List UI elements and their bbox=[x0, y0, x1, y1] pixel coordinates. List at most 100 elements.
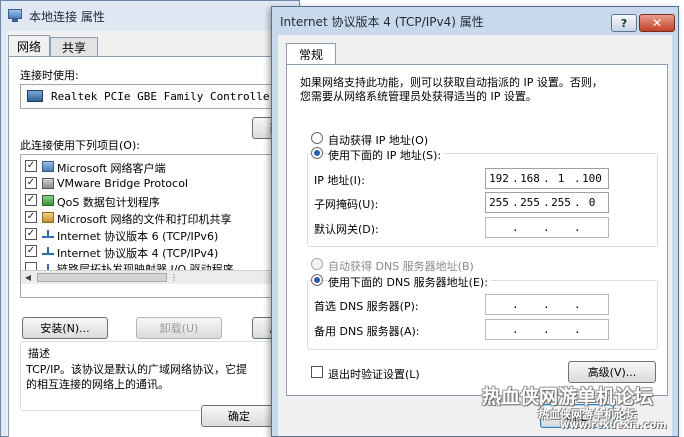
protocol-icon bbox=[42, 229, 54, 240]
item-label: 链路层拓扑发现映射器 I/O 驱动程序 bbox=[57, 263, 234, 270]
manual-dns-label: 使用下面的 DNS 服务器地址(E): bbox=[328, 274, 491, 290]
watermark-url: www.rexuexia.com bbox=[560, 420, 667, 431]
close-icon: ✕ bbox=[651, 16, 663, 30]
ip-address-label: IP 地址(I): bbox=[314, 174, 365, 187]
ip-dot: . bbox=[574, 323, 581, 336]
advanced-button-label: 高级(V)... bbox=[587, 366, 637, 379]
list-item[interactable]: 链路层拓扑发现映射器 I/O 驱动程序 bbox=[25, 260, 305, 270]
ip-dot: . bbox=[512, 221, 519, 234]
local-connection-title-bar[interactable]: 本地连接 属性 bbox=[1, 1, 299, 31]
validate-on-exit-label: 退出时验证设置(L) bbox=[328, 368, 420, 381]
alternate-dns-field[interactable]: . . . bbox=[485, 319, 609, 340]
subnet-mask-label: 子网掩码(U): bbox=[314, 198, 379, 211]
items-list-label: 此连接使用下列项目(O): bbox=[20, 139, 140, 152]
description-text-line-2: 的相互连接的网络上的通讯。 bbox=[26, 378, 169, 391]
gateway-label: 默认网关(D): bbox=[314, 223, 379, 236]
local-connection-client-area: 网络 共享 连接时使用: Realtek PCIe GBE Family Con… bbox=[6, 31, 312, 437]
list-item[interactable]: ✓ Microsoft 网络客户端 bbox=[25, 158, 305, 175]
general-tab-panel: 如果网络支持此功能，则可以获取自动指派的 IP 设置。否则， 您需要从网络系统管… bbox=[286, 64, 668, 396]
list-horizontal-scrollbar[interactable]: ◀ ⋮ bbox=[21, 270, 309, 284]
item-label: Microsoft 网络客户端 bbox=[57, 162, 166, 175]
intro-text-line-2: 您需要从网络系统管理员处获得适当的 IP 设置。 bbox=[300, 90, 537, 103]
description-text-line-1: TCP/IP。该协议是默认的广域网络协议，它提 bbox=[26, 363, 247, 376]
item-label: Internet 协议版本 4 (TCP/IPv4) bbox=[57, 247, 219, 260]
ipv4-client-area: 常规 如果网络支持此功能，则可以获取自动指派的 IP 设置。否则， 您需要从网络… bbox=[278, 35, 672, 436]
ip-octet: 255 bbox=[520, 196, 540, 209]
advanced-button[interactable]: 高级(V)... bbox=[568, 361, 656, 383]
ip-octet: 0 bbox=[588, 196, 596, 209]
protocol-icon bbox=[42, 263, 54, 270]
item-checkbox[interactable] bbox=[25, 262, 37, 270]
ipv4-window-title: Internet 协议版本 4 (TCP/IPv4) 属性 bbox=[280, 14, 484, 29]
tab-network[interactable]: 网络 bbox=[8, 35, 50, 56]
item-label: QoS 数据包计划程序 bbox=[57, 196, 160, 209]
item-label: Internet 协议版本 6 (TCP/IPv6) bbox=[57, 230, 219, 243]
qos-icon bbox=[42, 195, 54, 206]
subnet-mask-field[interactable]: 255. 255. 255. 0 bbox=[485, 192, 609, 213]
tab-general-label: 常规 bbox=[298, 47, 323, 62]
ipv4-properties-window: Internet 协议版本 4 (TCP/IPv4) 属性 ? ✕ 常规 如果网… bbox=[271, 6, 679, 437]
item-checkbox[interactable]: ✓ bbox=[25, 211, 37, 223]
vmware-bridge-icon bbox=[42, 178, 54, 189]
ip-dot: . bbox=[543, 298, 550, 311]
watermark-text: 热血侠网游单机论坛 bbox=[482, 386, 654, 408]
connect-using-label: 连接时使用: bbox=[20, 69, 79, 82]
gateway-field[interactable]: . . . bbox=[485, 217, 609, 238]
preferred-dns-label: 首选 DNS 服务器(P): bbox=[314, 300, 419, 313]
auto-ip-radio[interactable] bbox=[311, 132, 323, 144]
ip-octet: 168 bbox=[520, 172, 540, 185]
item-checkbox[interactable]: ✓ bbox=[25, 228, 37, 240]
scroll-grip-icon: ⋮ bbox=[170, 273, 178, 282]
close-button[interactable]: ✕ bbox=[639, 14, 675, 32]
network-adapter-icon bbox=[27, 90, 43, 102]
list-item[interactable]: ✓ Microsoft 网络的文件和打印机共享 bbox=[25, 209, 305, 226]
ip-octet: 1 bbox=[557, 172, 565, 185]
manual-ip-label: 使用下面的 IP 地址(S): bbox=[328, 147, 445, 163]
ip-address-field[interactable]: 192. 168. 1. 100 bbox=[485, 168, 609, 189]
tab-sharing-label: 共享 bbox=[61, 40, 86, 55]
back-ok-button[interactable]: 确定 bbox=[201, 405, 277, 427]
network-connection-icon bbox=[7, 9, 23, 23]
item-checkbox[interactable]: ✓ bbox=[25, 160, 37, 172]
item-checkbox[interactable]: ✓ bbox=[25, 245, 37, 257]
uninstall-button[interactable]: 卸载(U) bbox=[136, 317, 222, 339]
adapter-name: Realtek PCIe GBE Family Controller bbox=[51, 90, 277, 103]
tab-network-label: 网络 bbox=[16, 39, 41, 54]
ip-dot: . bbox=[543, 221, 550, 234]
connection-items-list[interactable]: ✓ Microsoft 网络客户端 ✓ VMware Bridge Protoc… bbox=[20, 154, 310, 298]
item-checkbox[interactable]: ✓ bbox=[25, 177, 37, 189]
ip-octet: 100 bbox=[582, 172, 602, 185]
ip-dot: . bbox=[512, 323, 519, 336]
adapter-field: Realtek PCIe GBE Family Controller bbox=[20, 84, 310, 109]
ip-dot: . bbox=[543, 323, 550, 336]
scroll-left-icon[interactable]: ◀ bbox=[21, 271, 35, 284]
help-button[interactable]: ? bbox=[611, 14, 637, 32]
tab-sharing[interactable]: 共享 bbox=[50, 37, 98, 56]
manual-dns-radio[interactable] bbox=[311, 274, 323, 286]
description-label: 描述 bbox=[26, 345, 52, 361]
ip-dot: . bbox=[512, 298, 519, 311]
ip-octet: 255 bbox=[489, 196, 509, 209]
list-item[interactable]: ✓ Internet 协议版本 6 (TCP/IPv6) bbox=[25, 226, 305, 243]
install-button[interactable]: 安装(N)... bbox=[22, 317, 108, 339]
file-share-icon bbox=[42, 212, 54, 223]
auto-ip-label: 自动获得 IP 地址(O) bbox=[328, 134, 429, 147]
help-icon: ? bbox=[620, 16, 628, 30]
preferred-dns-field[interactable]: . . . bbox=[485, 294, 609, 315]
item-label: VMware Bridge Protocol bbox=[57, 177, 188, 190]
manual-ip-radio[interactable] bbox=[311, 147, 323, 159]
auto-dns-radio[interactable] bbox=[311, 258, 323, 270]
install-button-label: 安装(N)... bbox=[40, 322, 90, 335]
list-item[interactable]: ✓ Internet 协议版本 4 (TCP/IPv4) bbox=[25, 243, 305, 260]
scroll-thumb[interactable] bbox=[37, 273, 167, 282]
tab-general[interactable]: 常规 bbox=[286, 43, 336, 64]
ip-octet: 192 bbox=[489, 172, 509, 185]
list-item[interactable]: ✓ VMware Bridge Protocol bbox=[25, 175, 305, 192]
item-label: Microsoft 网络的文件和打印机共享 bbox=[57, 213, 232, 226]
network-client-icon bbox=[42, 161, 54, 172]
network-tab-panel: 连接时使用: Realtek PCIe GBE Family Controlle… bbox=[8, 56, 312, 437]
item-checkbox[interactable]: ✓ bbox=[25, 194, 37, 206]
ip-dot: . bbox=[574, 221, 581, 234]
validate-on-exit-checkbox[interactable] bbox=[311, 366, 323, 378]
list-item[interactable]: ✓ QoS 数据包计划程序 bbox=[25, 192, 305, 209]
